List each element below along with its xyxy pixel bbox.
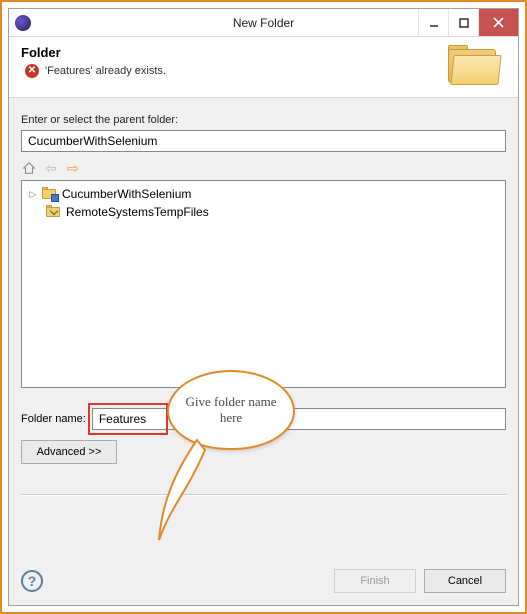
help-icon[interactable]: ? <box>21 570 43 592</box>
dialog-footer: ? Finish Cancel <box>9 559 518 605</box>
maximize-button[interactable] <box>448 9 478 36</box>
dialog-window: New Folder Folder ✕ 'Features' already e… <box>8 8 519 606</box>
folder-tree[interactable]: ▷ CucumberWithSelenium RemoteSystemsTemp… <box>21 180 506 388</box>
home-icon[interactable] <box>21 160 37 176</box>
error-icon: ✕ <box>25 64 39 78</box>
tree-item-label: RemoteSystemsTempFiles <box>66 205 209 219</box>
parent-folder-input[interactable] <box>21 130 506 152</box>
tree-row-folder[interactable]: RemoteSystemsTempFiles <box>28 203 499 221</box>
folder-name-input[interactable] <box>92 408 506 430</box>
project-icon <box>42 187 58 201</box>
close-button[interactable] <box>478 9 518 36</box>
advanced-button[interactable]: Advanced >> <box>21 440 117 464</box>
shared-folder-icon <box>46 205 62 219</box>
dialog-header: Folder ✕ 'Features' already exists. <box>9 37 518 98</box>
tree-item-label: CucumberWithSelenium <box>62 187 191 201</box>
tree-row-project[interactable]: ▷ CucumberWithSelenium <box>28 185 499 203</box>
expander-icon[interactable]: ▷ <box>28 189 38 200</box>
window-buttons <box>418 9 518 36</box>
finish-button: Finish <box>334 569 416 593</box>
titlebar: New Folder <box>9 9 518 37</box>
minimize-button[interactable] <box>418 9 448 36</box>
dialog-content: Enter or select the parent folder: ⇦ ⇨ ▷… <box>9 98 518 559</box>
error-message-text: 'Features' already exists. <box>45 65 166 77</box>
error-message-row: ✕ 'Features' already exists. <box>21 64 448 78</box>
cancel-button[interactable]: Cancel <box>424 569 506 593</box>
back-icon[interactable]: ⇦ <box>43 160 59 176</box>
forward-icon[interactable]: ⇨ <box>65 160 81 176</box>
folder-large-icon <box>448 45 502 87</box>
tree-toolbar: ⇦ ⇨ <box>21 158 506 178</box>
folder-name-row: Folder name: <box>21 408 506 430</box>
divider <box>21 494 506 496</box>
folder-name-label: Folder name: <box>21 413 86 425</box>
eclipse-icon <box>15 15 31 31</box>
parent-folder-label: Enter or select the parent folder: <box>21 114 506 126</box>
header-title: Folder <box>21 45 448 60</box>
